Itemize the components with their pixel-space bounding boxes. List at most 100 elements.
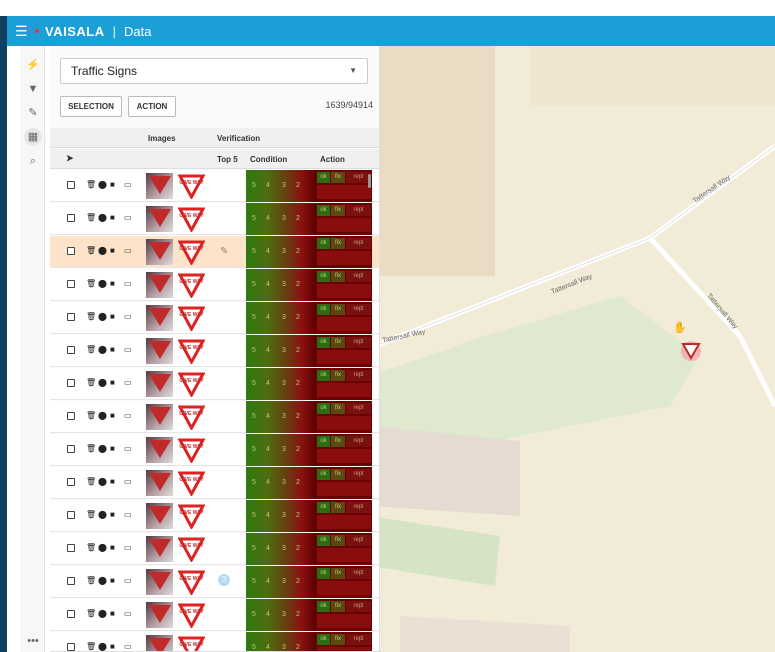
condition-value[interactable]: 5 [252,215,256,222]
condition-scale[interactable]: 5 4 3 2 [246,269,316,301]
photo-thumbnail[interactable] [146,173,173,199]
ok-button[interactable]: ok [317,172,330,183]
cursor-icon[interactable]: ➤ [66,153,74,164]
table-row[interactable]: 🗑 ⬤ ■ ▭ GIVE WAY 5 4 3 2 ok fix repl [50,269,379,301]
image-icon[interactable]: ▭ [124,411,132,421]
condition-value[interactable]: 5 [252,314,256,321]
fix-button[interactable]: fix [331,238,345,249]
condition-value[interactable]: 4 [266,446,270,453]
action-strip[interactable] [317,548,371,562]
condition-value[interactable]: 2 [296,545,300,552]
search-icon[interactable]: ⌕ [24,152,42,170]
image-icon[interactable]: ▭ [124,576,132,586]
photo-thumbnail[interactable] [146,404,173,430]
image-icon[interactable]: ▭ [124,345,132,355]
condition-value[interactable]: 4 [266,347,270,354]
location-pin-icon[interactable]: ⬤ [98,279,107,289]
action-button[interactable]: ACTION [128,96,176,117]
row-checkbox[interactable] [67,214,75,222]
condition-scale[interactable]: 5 4 3 2 [246,368,316,400]
action-strip[interactable] [317,416,371,430]
table-row[interactable]: 🗑 ⬤ ■ ▭ GIVE WAY 5 4 3 2 ok fix repl [50,599,379,631]
condition-value[interactable]: 2 [296,281,300,288]
image-icon[interactable]: ▭ [124,213,132,223]
row-checkbox[interactable] [67,478,75,486]
fix-button[interactable]: fix [331,436,345,447]
row-checkbox[interactable] [67,643,75,651]
location-pin-icon[interactable]: ⬤ [98,510,107,520]
fix-button[interactable]: fix [331,205,345,216]
location-pin-icon[interactable]: ⬤ [98,345,107,355]
replace-button[interactable]: repl [346,502,371,513]
action-strip[interactable] [317,449,371,463]
condition-value[interactable]: 3 [282,182,286,189]
condition-value[interactable]: 3 [282,281,286,288]
condition-value[interactable]: 4 [266,314,270,321]
condition-value[interactable]: 2 [296,182,300,189]
more-icon[interactable]: ••• [24,632,42,650]
replace-button[interactable]: repl [346,469,371,480]
condition-value[interactable]: 2 [296,578,300,585]
image-icon[interactable]: ▭ [124,543,132,553]
condition-value[interactable]: 5 [252,479,256,486]
condition-value[interactable]: 4 [266,644,270,651]
map-view[interactable]: ✋ Tattersall Way Tattersall Way Tattersa… [370,46,775,652]
table-row[interactable]: 🗑 ⬤ ■ ▭ GIVE WAY 5 4 3 2 ok fix repl [50,467,379,499]
replace-button[interactable]: repl [346,601,371,612]
condition-value[interactable]: 2 [296,512,300,519]
action-strip[interactable] [317,218,371,232]
trash-icon[interactable]: 🗑 [86,312,96,322]
replace-button[interactable]: repl [346,238,371,249]
row-checkbox[interactable] [67,577,75,585]
ok-button[interactable]: ok [317,205,330,216]
trash-icon[interactable]: 🗑 [86,378,96,388]
condition-scale[interactable]: 5 4 3 2 [246,467,316,499]
photo-thumbnail[interactable] [146,536,173,562]
photo-thumbnail[interactable] [146,371,173,397]
row-checkbox[interactable] [67,511,75,519]
condition-scale[interactable]: 5 4 3 2 [246,401,316,433]
condition-scale[interactable]: 5 4 3 2 [246,434,316,466]
fix-button[interactable]: fix [331,535,345,546]
condition-scale[interactable]: 5 4 3 2 [246,203,316,235]
condition-value[interactable]: 4 [266,215,270,222]
image-icon[interactable]: ▭ [124,180,132,190]
video-icon[interactable]: ■ [110,213,115,223]
table-row[interactable]: 🗑 ⬤ ■ ▭ GIVE WAY 5 4 3 2 ok fix repl [50,533,379,565]
wrench-icon[interactable]: ✎ [24,104,42,122]
condition-value[interactable]: 5 [252,545,256,552]
photo-thumbnail[interactable] [146,206,173,232]
table-row[interactable]: 🗑 ⬤ ■ ▭ GIVE WAY 5 4 3 2 ok fix repl [50,632,379,652]
edit-pencil-icon[interactable]: ✎ [220,246,228,257]
video-icon[interactable]: ■ [110,444,115,454]
replace-button[interactable]: repl [346,205,371,216]
ok-button[interactable]: ok [317,271,330,282]
condition-value[interactable]: 5 [252,578,256,585]
condition-value[interactable]: 2 [296,314,300,321]
table-icon[interactable]: ▦ [24,128,42,146]
condition-scale[interactable]: 5 4 3 2 [246,170,316,202]
row-checkbox[interactable] [67,379,75,387]
row-checkbox[interactable] [67,313,75,321]
image-icon[interactable]: ▭ [124,510,132,520]
table-row[interactable]: 🗑 ⬤ ■ ▭ GIVE WAY? 5 4 3 2 ok fix repl [50,566,379,598]
fix-button[interactable]: fix [331,271,345,282]
photo-thumbnail[interactable] [146,602,173,628]
video-icon[interactable]: ■ [110,345,115,355]
condition-value[interactable]: 2 [296,611,300,618]
location-pin-icon[interactable]: ⬤ [98,444,107,454]
condition-value[interactable]: 4 [266,611,270,618]
ok-button[interactable]: ok [317,238,330,249]
condition-value[interactable]: 4 [266,281,270,288]
photo-thumbnail[interactable] [146,437,173,463]
ok-button[interactable]: ok [317,634,330,645]
condition-scale[interactable]: 5 4 3 2 [246,236,316,268]
condition-value[interactable]: 2 [296,248,300,255]
trash-icon[interactable]: 🗑 [86,477,96,487]
replace-button[interactable]: repl [346,304,371,315]
action-strip[interactable] [317,317,371,331]
trash-icon[interactable]: 🗑 [86,213,96,223]
condition-scale[interactable]: 5 4 3 2 [246,599,316,631]
photo-thumbnail[interactable] [146,569,173,595]
location-pin-icon[interactable]: ⬤ [98,576,107,586]
